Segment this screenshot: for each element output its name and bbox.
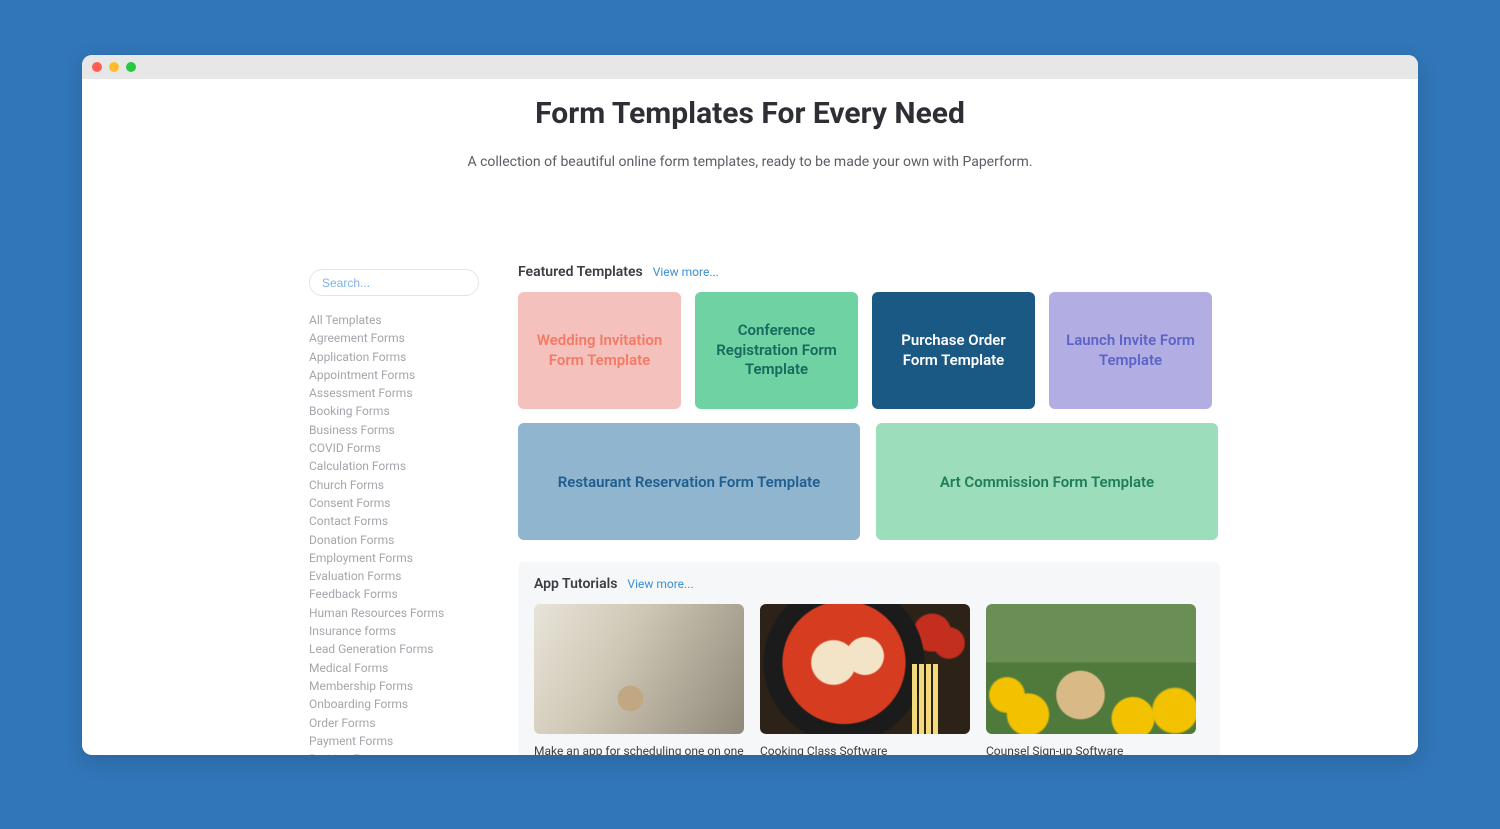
template-card-label: Launch Invite Form Template — [1059, 331, 1202, 370]
page-title: Form Templates For Every Need — [82, 96, 1418, 131]
category-item[interactable]: Appointment Forms — [309, 366, 509, 384]
tutorial-card[interactable]: Counsel Sign-up Software — [986, 604, 1196, 755]
category-item[interactable]: Feedback Forms — [309, 585, 509, 603]
template-card-wedding[interactable]: Wedding Invitation Form Template — [518, 292, 681, 409]
template-card-label: Conference Registration Form Template — [705, 321, 848, 380]
category-item[interactable]: Employment Forms — [309, 549, 509, 567]
tutorial-title: Cooking Class Software — [760, 744, 970, 755]
page-content: Form Templates For Every Need A collecti… — [82, 79, 1418, 755]
tutorials-section: App Tutorials View more... Make an app f… — [518, 562, 1220, 755]
category-item[interactable]: Donation Forms — [309, 531, 509, 549]
window-titlebar — [82, 55, 1418, 79]
tutorials-grid: Make an app for scheduling one on one Co… — [534, 604, 1204, 755]
category-item[interactable]: Onboarding Forms — [309, 695, 509, 713]
featured-grid-wide: Restaurant Reservation Form Template Art… — [518, 423, 1220, 540]
category-item[interactable]: Application Forms — [309, 348, 509, 366]
tutorials-header: App Tutorials View more... — [534, 576, 1204, 592]
category-item[interactable]: Booking Forms — [309, 402, 509, 420]
category-item[interactable]: Membership Forms — [309, 677, 509, 695]
template-card-label: Wedding Invitation Form Template — [528, 331, 671, 370]
template-card-label: Art Commission Form Template — [940, 473, 1154, 491]
featured-view-more-link[interactable]: View more... — [653, 265, 719, 279]
sidebar: All Templates Agreement Forms Applicatio… — [309, 269, 509, 755]
tutorial-title: Make an app for scheduling one on one — [534, 744, 744, 755]
window-close-icon[interactable] — [92, 62, 102, 72]
page-subtitle: A collection of beautiful online form te… — [82, 154, 1418, 170]
tutorial-card[interactable]: Cooking Class Software — [760, 604, 970, 755]
template-card-label: Restaurant Reservation Form Template — [558, 473, 821, 491]
category-item[interactable]: Calculation Forms — [309, 457, 509, 475]
tutorial-thumbnail — [760, 604, 970, 734]
category-item[interactable]: Contact Forms — [309, 512, 509, 530]
search-input[interactable] — [309, 269, 479, 296]
category-item[interactable]: COVID Forms — [309, 439, 509, 457]
category-item[interactable]: Consent Forms — [309, 494, 509, 512]
tutorial-title: Counsel Sign-up Software — [986, 744, 1196, 755]
tutorials-view-more-link[interactable]: View more... — [627, 577, 693, 591]
window-maximize-icon[interactable] — [126, 62, 136, 72]
tutorial-thumbnail — [534, 604, 744, 734]
window-minimize-icon[interactable] — [109, 62, 119, 72]
category-item[interactable]: Insurance forms — [309, 622, 509, 640]
template-card-restaurant[interactable]: Restaurant Reservation Form Template — [518, 423, 860, 540]
category-item[interactable]: Lead Generation Forms — [309, 640, 509, 658]
category-item[interactable]: Business Forms — [309, 421, 509, 439]
tutorial-card[interactable]: Make an app for scheduling one on one — [534, 604, 744, 755]
category-item[interactable]: Order Forms — [309, 714, 509, 732]
tutorial-thumbnail — [986, 604, 1196, 734]
template-card-purchase-order[interactable]: Purchase Order Form Template — [872, 292, 1035, 409]
category-item[interactable]: Agreement Forms — [309, 329, 509, 347]
category-item[interactable]: Medical Forms — [309, 659, 509, 677]
category-item[interactable]: Petition Forms — [309, 750, 509, 755]
main-content: Featured Templates View more... Wedding … — [518, 264, 1220, 755]
category-list: All Templates Agreement Forms Applicatio… — [309, 311, 509, 755]
template-card-launch-invite[interactable]: Launch Invite Form Template — [1049, 292, 1212, 409]
tutorials-title: App Tutorials — [534, 576, 617, 592]
template-card-art-commission[interactable]: Art Commission Form Template — [876, 423, 1218, 540]
category-item[interactable]: Church Forms — [309, 476, 509, 494]
category-item[interactable]: Assessment Forms — [309, 384, 509, 402]
browser-window: Form Templates For Every Need A collecti… — [82, 55, 1418, 755]
category-item[interactable]: Human Resources Forms — [309, 604, 509, 622]
featured-grid: Wedding Invitation Form Template Confere… — [518, 292, 1220, 409]
featured-title: Featured Templates — [518, 264, 643, 280]
template-card-label: Purchase Order Form Template — [882, 331, 1025, 370]
category-item[interactable]: All Templates — [309, 311, 509, 329]
category-item[interactable]: Evaluation Forms — [309, 567, 509, 585]
category-item[interactable]: Payment Forms — [309, 732, 509, 750]
featured-header: Featured Templates View more... — [518, 264, 1220, 280]
template-card-conference[interactable]: Conference Registration Form Template — [695, 292, 858, 409]
